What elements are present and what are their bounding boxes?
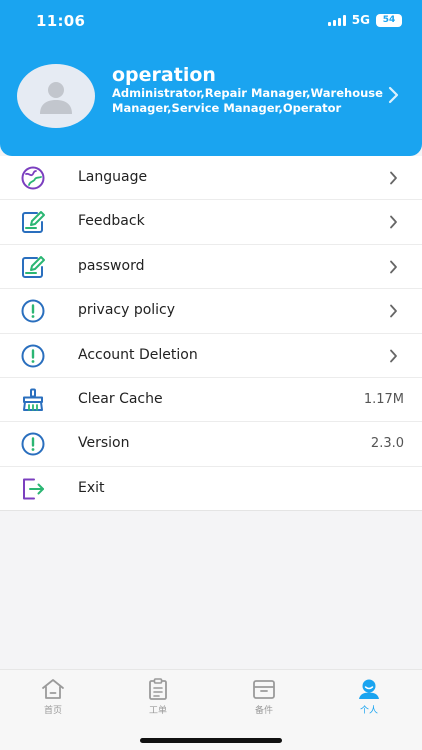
network-type: 5G bbox=[351, 13, 370, 27]
tab-label: 首页 bbox=[43, 706, 62, 716]
profile-header: 11:06 5G 54 operation Administrator,Repa… bbox=[0, 0, 422, 156]
alert-circle-icon bbox=[21, 344, 45, 368]
broom-icon bbox=[23, 388, 43, 411]
avatar[interactable] bbox=[17, 64, 95, 128]
menu-item-exit[interactable]: Exit bbox=[0, 467, 422, 512]
menu-item-privacy-policy[interactable]: privacy policy bbox=[0, 289, 422, 334]
tab-label: 备件 bbox=[254, 706, 273, 716]
settings-menu: Language Feedback password privacy polic… bbox=[0, 156, 422, 512]
menu-item-clear-cache[interactable]: Clear Cache 1.17M bbox=[0, 378, 422, 423]
user-name: operation bbox=[112, 64, 216, 86]
menu-label: Clear Cache bbox=[78, 390, 163, 407]
menu-label: Language bbox=[78, 169, 148, 185]
tab-spare-parts[interactable]: 备件 bbox=[234, 678, 294, 716]
menu-item-version[interactable]: Version 2.3.0 bbox=[0, 422, 422, 467]
cache-size: 1.17M bbox=[363, 391, 404, 407]
profile-screen: 11:06 5G 54 operation Administrator,Repa… bbox=[0, 0, 422, 750]
menu-item-language[interactable]: Language bbox=[0, 156, 422, 201]
user-roles: Administrator,Repair Manager,Warehouse M… bbox=[112, 86, 383, 115]
menu-label: Exit bbox=[78, 479, 105, 496]
chevron-right-icon bbox=[390, 260, 397, 274]
person-icon bbox=[359, 679, 379, 699]
clipboard-icon bbox=[149, 678, 167, 700]
menu-label: privacy policy bbox=[78, 302, 176, 319]
logout-icon bbox=[23, 478, 44, 500]
tab-label: 工单 bbox=[148, 706, 167, 716]
menu-label: Feedback bbox=[78, 213, 145, 230]
version-number: 2.3.0 bbox=[370, 436, 404, 452]
alert-circle-icon bbox=[21, 432, 45, 456]
tab-home[interactable]: 首页 bbox=[23, 678, 83, 716]
user-placeholder-icon bbox=[40, 82, 72, 114]
chevron-right-icon bbox=[390, 171, 397, 185]
home-indicator[interactable] bbox=[140, 738, 282, 743]
tab-work-orders[interactable]: 工单 bbox=[128, 678, 188, 716]
box-icon bbox=[253, 680, 275, 699]
signal-icon bbox=[327, 14, 346, 26]
home-icon bbox=[42, 679, 64, 699]
edit-icon bbox=[22, 211, 45, 234]
menu-item-account-deletion[interactable]: Account Deletion bbox=[0, 334, 422, 378]
edit-icon bbox=[22, 255, 45, 278]
menu-label: Version bbox=[78, 435, 130, 452]
status-bar: 11:06 5G 54 bbox=[0, 0, 422, 44]
battery-icon: 54 bbox=[376, 13, 402, 27]
globe-icon bbox=[21, 166, 45, 190]
menu-label: Account Deletion bbox=[78, 346, 198, 363]
status-time: 11:06 bbox=[36, 12, 86, 30]
chevron-right-icon bbox=[390, 215, 397, 229]
tab-label: 个人 bbox=[359, 706, 378, 716]
tab-profile[interactable]: 个人 bbox=[339, 678, 399, 716]
chevron-right-icon bbox=[390, 349, 397, 362]
menu-label: password bbox=[78, 257, 145, 274]
menu-item-feedback[interactable]: Feedback bbox=[0, 200, 422, 245]
menu-item-password[interactable]: password bbox=[0, 245, 422, 290]
profile-card[interactable]: operation Administrator,Repair Manager,W… bbox=[0, 58, 422, 138]
chevron-right-icon bbox=[390, 304, 397, 318]
chevron-right-icon[interactable] bbox=[388, 86, 400, 104]
alert-circle-icon bbox=[21, 299, 45, 323]
status-indicators: 5G 54 bbox=[327, 13, 402, 27]
